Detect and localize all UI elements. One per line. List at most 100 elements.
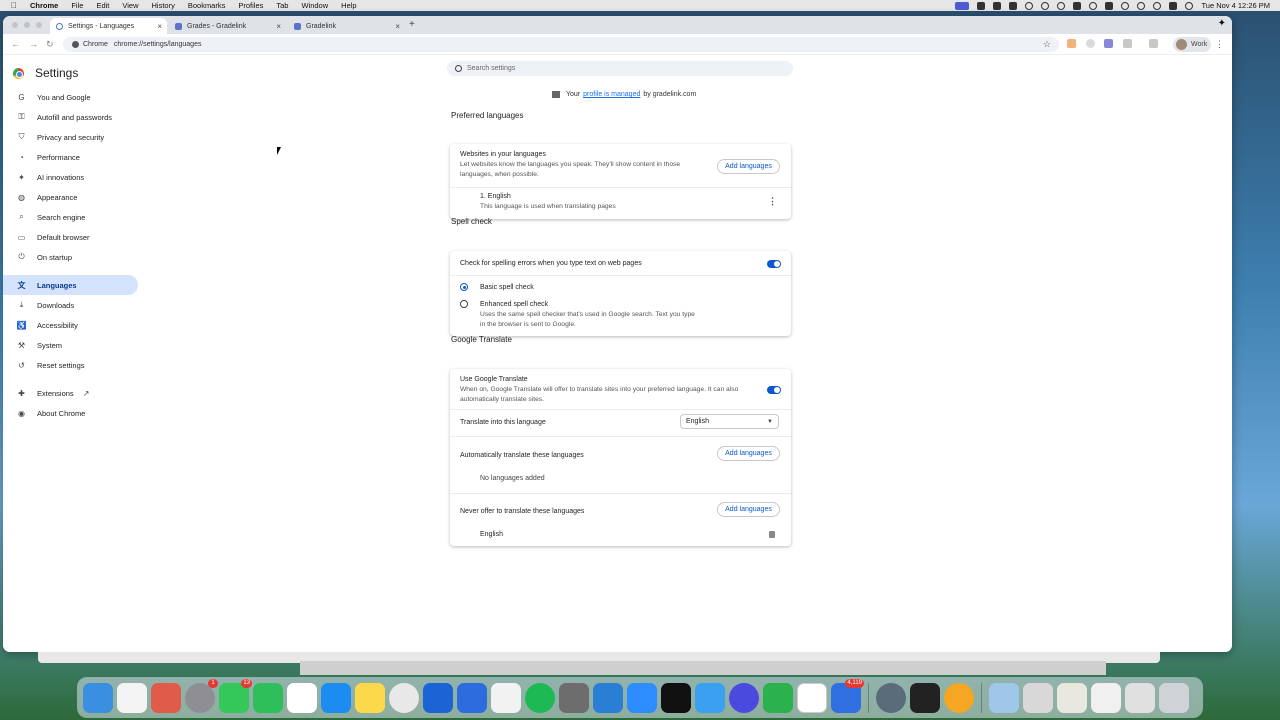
status-app-icon[interactable]	[977, 1, 986, 10]
control-center-icon[interactable]	[1169, 1, 1178, 10]
tab-close-icon[interactable]: ×	[276, 22, 281, 31]
sidebar-item-accessibility[interactable]: ♿ Accessibility	[3, 315, 138, 335]
dock-reminders-icon[interactable]	[117, 682, 147, 713]
dock-mail-icon[interactable]	[457, 682, 487, 713]
add-languages-button[interactable]: Add languages	[717, 159, 780, 174]
extension-icon[interactable]	[1104, 39, 1113, 48]
zoom-window-button[interactable]	[36, 22, 42, 28]
sidebar-item-autofill[interactable]: ⚿ Autofill and passwords	[3, 107, 138, 127]
menu-window[interactable]: Window	[301, 1, 328, 10]
dock-facetime-icon[interactable]	[253, 682, 283, 713]
dock-launchpad-icon[interactable]	[151, 682, 181, 713]
menu-help[interactable]: Help	[341, 1, 356, 10]
dock-d-app-icon[interactable]: 4,119	[831, 678, 864, 713]
sidebar-item-default-browser[interactable]: ▭ Default browser	[3, 227, 138, 247]
dock-check-app-icon[interactable]	[491, 682, 521, 713]
minimize-window-button[interactable]	[24, 22, 30, 28]
menu-bookmarks[interactable]: Bookmarks	[188, 1, 226, 10]
dock-chrome-icon[interactable]	[389, 682, 419, 713]
menu-view[interactable]: View	[122, 1, 138, 10]
sidebar-item-appearance[interactable]: ◍ Appearance	[3, 187, 138, 207]
more-actions-icon[interactable]: ⋮	[768, 196, 777, 207]
new-tab-plus-icon[interactable]: +	[409, 19, 415, 30]
dock-photos-icon[interactable]	[944, 682, 974, 713]
play-icon[interactable]	[1057, 1, 1066, 10]
tab-gradelink[interactable]: Gradelink ×	[288, 18, 405, 34]
dock-app-icon[interactable]	[593, 682, 623, 713]
dock-zoom-icon[interactable]	[627, 682, 657, 713]
dock-messages-icon[interactable]: 13	[219, 678, 252, 713]
menu-history[interactable]: History	[152, 1, 175, 10]
dock-downloads-folder-icon[interactable]	[989, 682, 1019, 713]
dock-app-icon[interactable]	[695, 682, 725, 713]
extension-icon[interactable]	[1086, 39, 1095, 48]
tab-settings-languages[interactable]: Settings - Languages ×	[50, 18, 167, 34]
sidebar-item-search-engine[interactable]: ⌕ Search engine	[3, 207, 138, 227]
profile-button[interactable]: Work	[1173, 37, 1211, 52]
bookmark-star-icon[interactable]: ☆	[1043, 39, 1051, 50]
site-info-chip[interactable]: Chrome	[68, 41, 112, 48]
dock-notion-icon[interactable]	[797, 682, 827, 713]
menu-app-name[interactable]: Chrome	[30, 1, 58, 10]
address-bar[interactable]: Chrome chrome://settings/languages ☆	[63, 37, 1059, 52]
tab-close-icon[interactable]: ×	[157, 22, 162, 31]
siri-icon[interactable]	[1185, 1, 1194, 10]
dock-file-icon[interactable]	[1057, 682, 1087, 713]
volume-icon[interactable]	[1073, 1, 1082, 10]
status-app-icon[interactable]	[1089, 1, 1098, 10]
apple-icon[interactable]: 	[10, 1, 18, 10]
sidebar-item-system[interactable]: ⚒ System	[3, 335, 138, 355]
dock-voice-memos-icon[interactable]	[910, 682, 940, 713]
dock-app-icon[interactable]	[763, 682, 793, 713]
extensions-puzzle-icon[interactable]	[1123, 39, 1132, 48]
sidebar-item-performance[interactable]: ◔ Performance	[3, 147, 138, 167]
dock-trash-icon[interactable]	[1159, 682, 1189, 713]
dock-spotify-icon[interactable]	[525, 682, 555, 713]
tab-grades-gradelink[interactable]: Grades - Gradelink ×	[169, 18, 286, 34]
dock-notes-icon[interactable]	[355, 682, 385, 713]
dock-system-settings-icon[interactable]: 1	[185, 678, 218, 713]
spotlight-icon[interactable]	[1153, 1, 1162, 10]
url-text[interactable]: chrome://settings/languages	[114, 41, 202, 48]
extension-icon[interactable]	[1067, 39, 1076, 48]
status-app-icon[interactable]	[1009, 1, 1018, 10]
add-never-translate-languages-button[interactable]: Add languages	[717, 502, 780, 517]
dock-chatgpt-icon[interactable]	[287, 682, 317, 713]
status-app-icon[interactable]	[1041, 1, 1050, 10]
sidebar-item-downloads[interactable]: ⤓ Downloads	[3, 295, 138, 315]
dock-file-icon[interactable]	[1091, 682, 1121, 713]
dock-finder-icon[interactable]	[83, 682, 113, 713]
close-window-button[interactable]	[12, 22, 18, 28]
menu-edit[interactable]: Edit	[96, 1, 109, 10]
tab-search-sparkle-icon[interactable]: ✦	[1218, 18, 1226, 29]
google-translate-toggle[interactable]	[767, 386, 781, 394]
spell-check-toggle[interactable]	[767, 260, 781, 268]
enhanced-spell-check-radio[interactable]	[460, 300, 468, 308]
menu-tab[interactable]: Tab	[276, 1, 288, 10]
dock-file-icon[interactable]	[1125, 682, 1155, 713]
dock-r-app-icon[interactable]	[423, 682, 453, 713]
status-app-icon[interactable]	[993, 1, 1002, 10]
forward-arrow-icon[interactable]: →	[29, 39, 38, 49]
battery-icon[interactable]	[1105, 1, 1114, 10]
managed-profile-link[interactable]: profile is managed	[583, 91, 640, 98]
add-auto-translate-languages-button[interactable]: Add languages	[717, 446, 780, 461]
side-panel-icon[interactable]	[1149, 39, 1158, 48]
dock-app-store-icon[interactable]	[321, 682, 351, 713]
sidebar-item-languages[interactable]: 文 Languages	[3, 275, 138, 295]
status-app-icon[interactable]	[955, 1, 970, 10]
sidebar-item-you-and-google[interactable]: G You and Google	[3, 87, 138, 107]
dock-file-icon[interactable]	[1023, 682, 1053, 713]
translate-target-select[interactable]: English ▼	[680, 414, 779, 429]
status-app-icon[interactable]	[1025, 1, 1034, 10]
sidebar-item-ai-innovations[interactable]: ✦ AI innovations	[3, 167, 138, 187]
back-arrow-icon[interactable]: ←	[11, 39, 20, 49]
wifi-icon[interactable]	[1137, 1, 1146, 10]
sidebar-item-on-startup[interactable]: ⏻ On startup	[3, 247, 138, 267]
search-settings-input[interactable]: Search settings	[447, 61, 793, 76]
trash-icon[interactable]	[769, 531, 775, 538]
tab-close-icon[interactable]: ×	[395, 22, 400, 31]
sidebar-item-about-chrome[interactable]: ◉ About Chrome	[3, 403, 138, 423]
dock-app-icon[interactable]	[876, 682, 906, 713]
sidebar-item-reset-settings[interactable]: ↺ Reset settings	[3, 355, 138, 375]
